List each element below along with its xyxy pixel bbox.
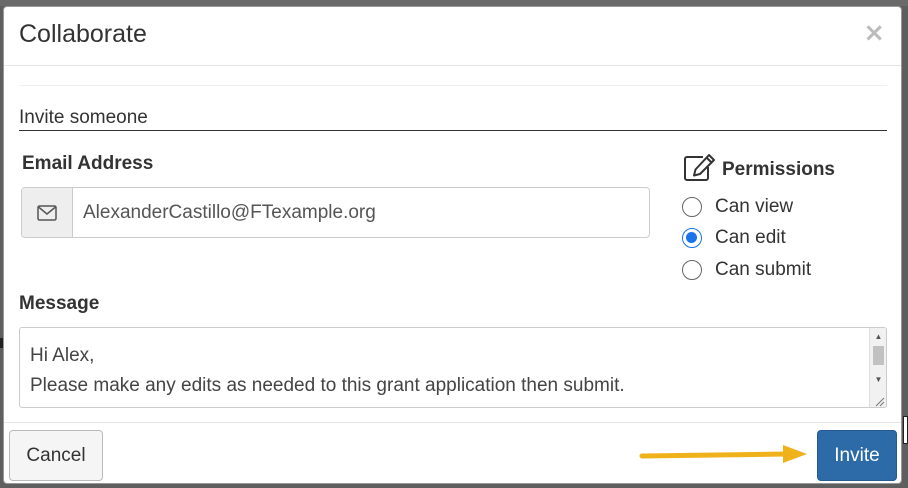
radio-label: Can submit	[715, 259, 812, 280]
edit-icon	[683, 153, 716, 187]
message-text[interactable]: Hi Alex, Please make any edits as needed…	[30, 341, 856, 407]
email-input-group	[21, 187, 650, 238]
radio-button[interactable]	[682, 260, 702, 280]
section-title: Invite someone	[19, 107, 887, 131]
dialog-title: Collaborate	[19, 20, 147, 48]
close-button[interactable]: ×	[857, 19, 891, 47]
message-label: Message	[19, 293, 100, 314]
radio-can-submit[interactable]: Can submit	[682, 259, 811, 281]
permissions-title: Permissions	[722, 159, 835, 180]
divider	[19, 85, 887, 86]
radio-can-view[interactable]: Can view	[682, 196, 793, 218]
email-label: Email Address	[22, 153, 154, 174]
envelope-icon	[22, 188, 73, 237]
email-field[interactable]	[73, 188, 649, 237]
background-edge-mark-right	[903, 416, 908, 444]
radio-can-edit[interactable]: Can edit	[682, 227, 786, 249]
scroll-up-icon[interactable]: ▲	[870, 330, 886, 344]
radio-label: Can view	[715, 196, 794, 217]
message-textarea[interactable]: Hi Alex, Please make any edits as needed…	[19, 327, 887, 408]
permissions-header: Permissions	[683, 153, 835, 187]
annotation-arrow-icon	[639, 443, 811, 472]
invite-button[interactable]: Invite	[817, 430, 897, 481]
dialog-header: Collaborate ×	[4, 7, 901, 66]
resize-grip-icon[interactable]	[873, 394, 885, 407]
radio-label: Can edit	[715, 227, 786, 248]
dialog-body: Invite someone Email Address Permissions	[4, 67, 901, 423]
cancel-button[interactable]: Cancel	[9, 430, 103, 481]
scroll-thumb[interactable]	[873, 346, 884, 365]
radio-button[interactable]	[682, 197, 702, 217]
collaborate-dialog: Collaborate × Invite someone Email Addre…	[3, 6, 902, 484]
radio-button-checked[interactable]	[682, 228, 702, 248]
dialog-footer: Cancel Invite	[4, 422, 901, 485]
scroll-down-icon[interactable]: ▼	[870, 373, 886, 387]
